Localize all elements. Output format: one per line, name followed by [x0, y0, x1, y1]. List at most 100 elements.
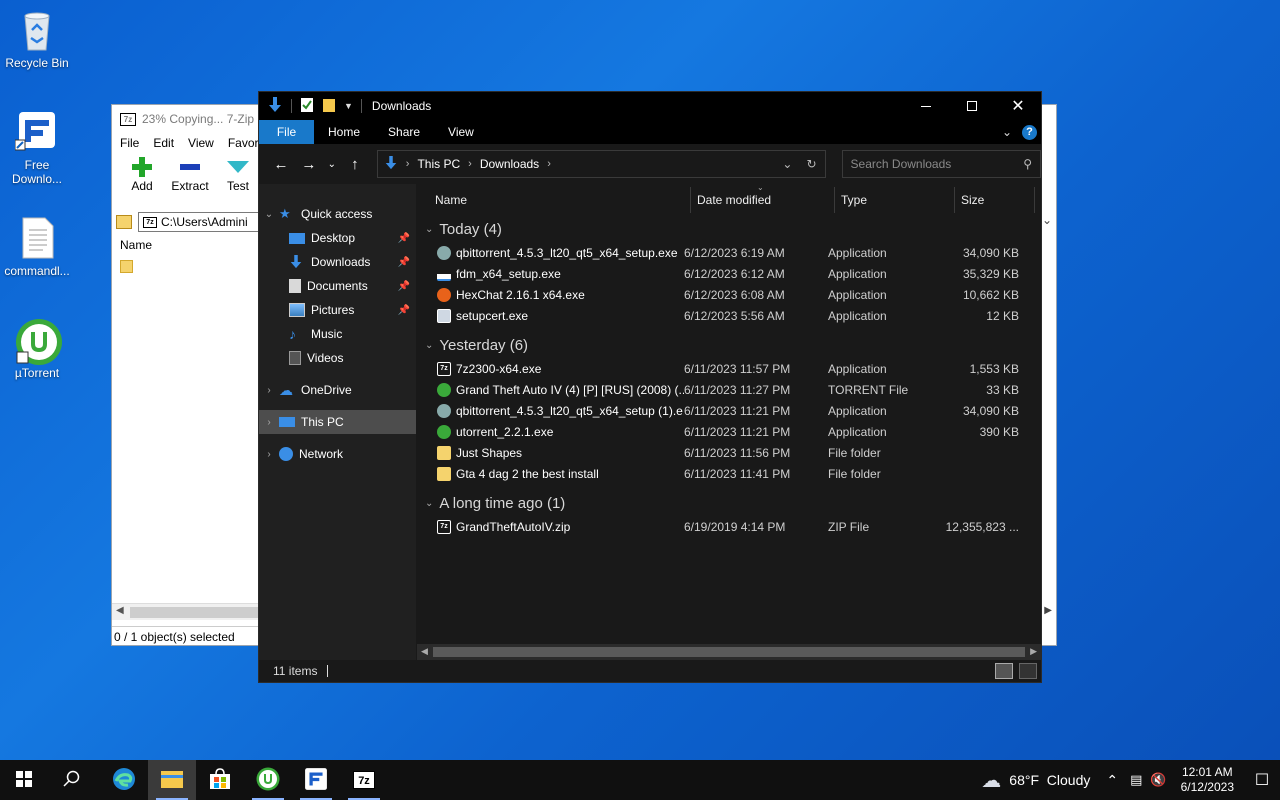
desktop-icon-recycle-bin[interactable]: Recycle Bin	[0, 8, 74, 70]
scroll-thumb[interactable]	[433, 647, 1025, 657]
nav-music[interactable]: ♪ Music	[259, 322, 416, 346]
7zip-scroll-thumb[interactable]	[130, 607, 258, 618]
up-button[interactable]: ↑	[343, 151, 367, 177]
nav-videos[interactable]: Videos	[259, 346, 416, 370]
breadcrumb-separator[interactable]: ›	[406, 158, 410, 170]
explorer-window[interactable]: ▼ Downloads ✕ File Home Share View ⌄ ? ←…	[258, 91, 1042, 683]
column-header-type[interactable]: Type	[835, 187, 955, 213]
desktop-icon-utorrent[interactable]: µTorrent	[0, 318, 74, 380]
file-row[interactable]: fdm_x64_setup.exe 6/12/2023 6:12 AM Appl…	[417, 263, 1041, 284]
address-dropdown-icon[interactable]: ⌄	[782, 157, 792, 171]
chevron-right-icon[interactable]: ›	[259, 417, 279, 428]
file-row[interactable]: Grand Theft Auto IV (4) [P] [RUS] (2008)…	[417, 379, 1041, 400]
taskbar-store[interactable]	[196, 760, 244, 800]
clock[interactable]: 12:01 AM 6/12/2023	[1181, 765, 1234, 795]
column-header-date[interactable]: ⌄ Date modified	[691, 183, 835, 213]
7zip-menu-file[interactable]: File	[120, 136, 139, 150]
refresh-icon[interactable]: ↻	[806, 157, 816, 171]
close-button[interactable]: ✕	[995, 92, 1041, 120]
group-header-today[interactable]: ⌄ Today (4)	[417, 216, 1041, 242]
qat-dropdown-icon[interactable]: ▼	[344, 101, 353, 111]
network-icon[interactable]: ▤	[1130, 772, 1142, 788]
large-icons-view-button[interactable]	[1019, 663, 1037, 679]
7zip-menu-view[interactable]: View	[188, 136, 214, 150]
taskbar-7zip[interactable]: 7z	[340, 760, 388, 800]
help-icon[interactable]: ?	[1022, 124, 1037, 140]
tab-share[interactable]: Share	[374, 120, 434, 144]
minimize-button[interactable]	[903, 92, 949, 120]
scroll-left-icon[interactable]: ◀	[116, 605, 124, 616]
breadcrumb-downloads[interactable]: Downloads	[480, 157, 539, 171]
folder-up-icon[interactable]	[116, 215, 132, 229]
nav-pictures[interactable]: Pictures 📌	[259, 298, 416, 322]
start-button[interactable]	[0, 760, 48, 800]
explorer-titlebar[interactable]: ▼ Downloads ✕	[259, 92, 1041, 120]
nav-documents[interactable]: Documents 📌	[259, 274, 416, 298]
breadcrumb-separator[interactable]: ›	[468, 158, 472, 170]
chevron-right-icon[interactable]: ›	[259, 385, 279, 396]
7zip-horizontal-scrollbar[interactable]: ◀	[112, 603, 258, 620]
search-button[interactable]	[48, 760, 96, 800]
taskbar-free-download-manager[interactable]	[292, 760, 340, 800]
nav-desktop[interactable]: Desktop 📌	[259, 226, 416, 250]
file-row[interactable]: qbittorrent_4.5.3_lt20_qt5_x64_setup.exe…	[417, 242, 1041, 263]
extract-button[interactable]: Extract	[170, 157, 210, 193]
column-header-name[interactable]: Name	[417, 187, 691, 213]
file-row[interactable]: 7z GrandTheftAutoIV.zip 6/19/2019 4:14 PM…	[417, 516, 1041, 537]
tab-file[interactable]: File	[259, 120, 314, 144]
scroll-right-icon[interactable]: ▶	[1030, 646, 1037, 657]
chevron-down-icon[interactable]: ⌄	[259, 209, 279, 220]
file-row[interactable]: Gta 4 dag 2 the best install 6/11/2023 1…	[417, 463, 1041, 484]
desktop-icon-free-download-manager[interactable]: Free Downlo...	[0, 110, 74, 186]
group-header-long-ago[interactable]: ⌄ A long time ago (1)	[417, 490, 1041, 516]
7zip-path-field[interactable]: 7z C:\Users\Admini	[138, 212, 268, 232]
file-list-pane[interactable]: Name ⌄ Date modified Type Size ⌄ Today (…	[417, 183, 1041, 660]
file-row[interactable]: 7z 7z2300-x64.exe 6/11/2023 11:57 PM Appl…	[417, 358, 1041, 379]
7zip-name-header[interactable]: Name	[120, 238, 152, 252]
nav-downloads[interactable]: Downloads 📌	[259, 250, 416, 274]
horizontal-scrollbar[interactable]: ◀ ▶	[417, 644, 1041, 660]
7zip-menu-edit[interactable]: Edit	[153, 136, 174, 150]
file-row[interactable]: HexChat 2.16.1 x64.exe 6/12/2023 6:08 AM…	[417, 284, 1041, 305]
nav-network[interactable]: › Network	[259, 442, 416, 466]
taskbar-utorrent[interactable]	[244, 760, 292, 800]
weather-widget[interactable]: ☁ 68°F Cloudy	[981, 768, 1090, 793]
nav-quick-access[interactable]: ⌄ ★ Quick access	[259, 202, 416, 226]
test-button[interactable]: Test	[218, 157, 258, 193]
breadcrumb-separator[interactable]: ›	[547, 158, 551, 170]
back-button[interactable]: ←	[269, 151, 293, 177]
nav-onedrive[interactable]: › ☁ OneDrive	[259, 378, 416, 402]
file-row[interactable]: setupcert.exe 6/12/2023 5:56 AM Applicat…	[417, 305, 1041, 326]
nav-this-pc[interactable]: › This PC	[259, 410, 416, 434]
taskbar-edge[interactable]	[100, 760, 148, 800]
chevron-up-icon[interactable]: ⌃	[1106, 772, 1118, 789]
file-row[interactable]: utorrent_2.2.1.exe 6/11/2023 11:21 PM Ap…	[417, 421, 1041, 442]
tab-home[interactable]: Home	[314, 120, 374, 144]
file-row[interactable]: Just Shapes 6/11/2023 11:56 PM File fold…	[417, 442, 1041, 463]
file-row[interactable]: qbittorrent_4.5.3_lt20_qt5_x64_setup (1)…	[417, 400, 1041, 421]
notifications-icon[interactable]: ☐	[1244, 770, 1280, 790]
search-box[interactable]: Search Downloads ⚲	[841, 150, 1042, 178]
chevron-right-icon[interactable]: ›	[259, 449, 279, 460]
7zip-menu-favorites[interactable]: Favori	[228, 136, 261, 150]
breadcrumb-this-pc[interactable]: This PC	[417, 157, 460, 171]
desktop-icon-commandline-file[interactable]: commandl...	[0, 216, 74, 278]
details-view-button[interactable]	[995, 663, 1013, 679]
address-bar[interactable]: › This PC › Downloads › ⌄ ↻	[376, 150, 826, 178]
volume-muted-icon[interactable]: 🔇	[1150, 772, 1166, 788]
add-button[interactable]: Add	[122, 157, 162, 193]
maximize-button[interactable]	[949, 92, 995, 120]
properties-icon[interactable]	[300, 97, 314, 116]
scroll-right-icon[interactable]: ▶	[1044, 605, 1052, 616]
tab-view[interactable]: View	[434, 120, 488, 144]
recent-locations-button[interactable]: ⌄	[325, 151, 339, 177]
navigation-pane[interactable]: ⌄ ★ Quick access Desktop 📌 Downloads 📌 D…	[259, 184, 416, 660]
forward-button[interactable]: →	[297, 151, 321, 177]
column-header-size[interactable]: Size	[955, 187, 1035, 213]
folder-icon[interactable]	[120, 260, 133, 273]
group-header-yesterday[interactable]: ⌄ Yesterday (6)	[417, 332, 1041, 358]
new-folder-icon[interactable]	[322, 97, 336, 116]
chevron-down-icon[interactable]: ⌄	[1042, 213, 1052, 227]
scroll-left-icon[interactable]: ◀	[421, 646, 428, 657]
expand-ribbon-icon[interactable]: ⌄	[1002, 125, 1012, 139]
